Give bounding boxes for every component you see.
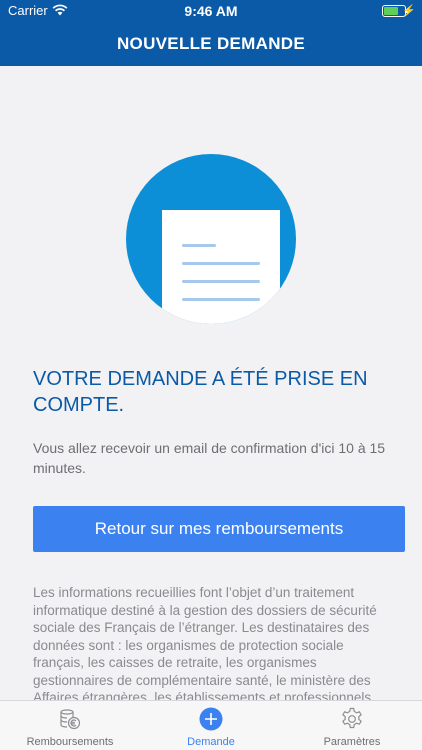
tab-demande[interactable]: Demande — [141, 701, 281, 750]
tab-label-demande: Demande — [187, 736, 235, 748]
page-title: NOUVELLE DEMANDE — [116, 34, 306, 53]
tab-remboursements[interactable]: Remboursements — [0, 701, 140, 750]
confirmation-message: Vous allez recevoir un email de confirma… — [33, 440, 386, 476]
charging-icon: ⚡ — [402, 5, 416, 17]
status-bar: Carrier 9:46 AM ⚡ — [0, 0, 422, 22]
legal-notice: Les informations recueillies font l’obje… — [33, 585, 377, 700]
coins-euro-icon — [60, 709, 81, 730]
document-icon — [162, 210, 280, 324]
tab-parametres[interactable]: Paramètres — [282, 701, 422, 750]
confirmation-title: VOTRE DEMANDE A ÉTÉ PRISE EN COMPTE. — [33, 368, 368, 416]
tab-bar: Remboursements Demande Paramètres — [0, 700, 422, 750]
status-time: 9:46 AM — [184, 3, 238, 19]
back-to-reimbursements-button[interactable]: Retour sur mes remboursements — [33, 506, 405, 552]
plus-circle-icon — [199, 707, 223, 731]
document-illustration — [126, 154, 296, 324]
tab-label-parametres: Paramètres — [323, 736, 381, 748]
navigation-header: Carrier 9:46 AM ⚡ NOUVELLE DEMANDE — [0, 0, 422, 66]
tab-label-remboursements: Remboursements — [26, 736, 114, 748]
gear-icon — [342, 707, 362, 729]
